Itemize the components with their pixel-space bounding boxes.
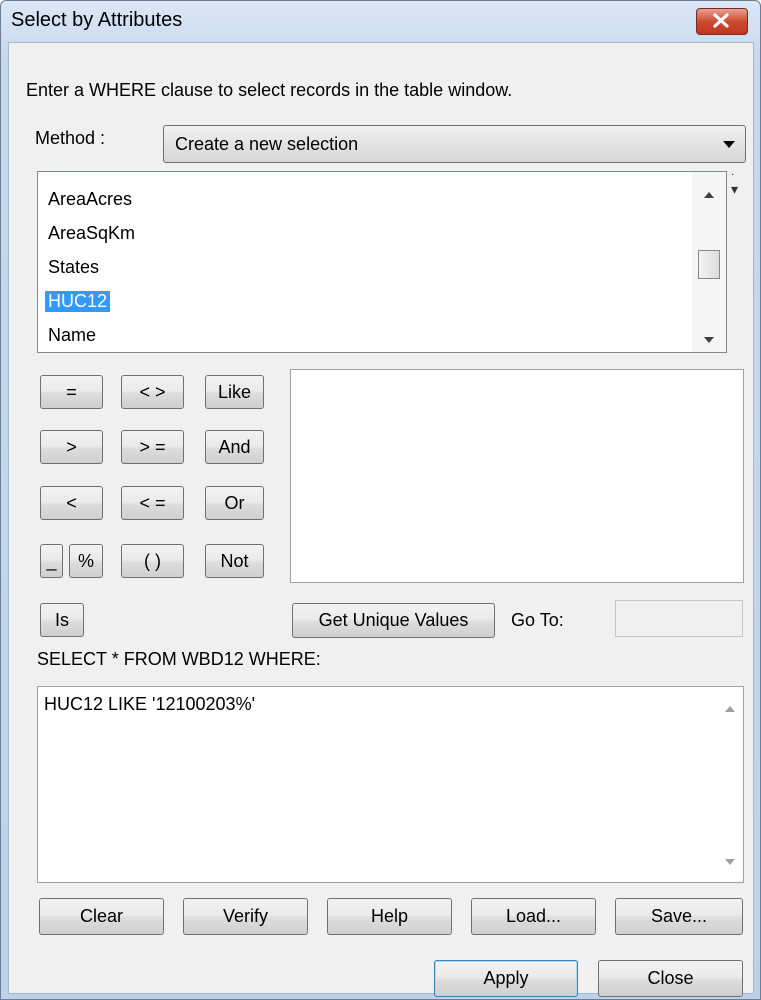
- where-clause-text: HUC12 LIKE '12100203%': [44, 694, 256, 714]
- field-item-areasqkm[interactable]: AreaSqKm: [48, 223, 135, 244]
- field-list[interactable]: AreaAcres AreaSqKm States HUC12 Name: [37, 171, 727, 353]
- query-label: SELECT * FROM WBD12 WHERE:: [37, 649, 321, 669]
- verify-button[interactable]: Verify: [183, 898, 308, 935]
- list-options-icon[interactable]: ˙ ▾: [731, 172, 738, 196]
- window-title: Select by Attributes: [11, 9, 183, 31]
- field-item-name[interactable]: Name: [48, 325, 96, 346]
- operator-less-button[interactable]: <: [40, 486, 103, 520]
- operator-equals-button[interactable]: =: [40, 375, 103, 409]
- operator-is-button[interactable]: Is: [40, 603, 84, 637]
- operator-parens-button[interactable]: ( ): [121, 544, 184, 578]
- chevron-down-icon: [723, 141, 735, 148]
- goto-label: Go To:: [511, 610, 564, 630]
- operator-not-equal-button[interactable]: < >: [121, 375, 184, 409]
- close-icon: [713, 13, 729, 28]
- goto-input[interactable]: [615, 600, 743, 637]
- operator-or-button[interactable]: Or: [205, 486, 264, 520]
- method-value: Create a new selection: [175, 134, 359, 154]
- scrollbar-thumb[interactable]: [698, 250, 720, 279]
- title-bar[interactable]: Select by Attributes: [1, 1, 760, 41]
- scroll-down-icon[interactable]: [704, 337, 714, 343]
- unique-values-list[interactable]: [290, 369, 744, 583]
- operator-less-equal-button[interactable]: < =: [121, 486, 184, 520]
- instruction-text: Enter a WHERE clause to select records i…: [26, 80, 513, 100]
- operator-underscore-button[interactable]: _: [40, 544, 63, 578]
- scroll-up-icon: [725, 706, 735, 712]
- method-dropdown[interactable]: Create a new selection: [163, 125, 746, 163]
- operator-not-button[interactable]: Not: [205, 544, 264, 578]
- scroll-down-icon: [725, 859, 735, 865]
- load-button[interactable]: Load...: [471, 898, 596, 935]
- field-item-areaacres[interactable]: AreaAcres: [48, 189, 132, 210]
- apply-button[interactable]: Apply: [434, 960, 578, 997]
- window-close-button[interactable]: [696, 8, 748, 35]
- clear-button[interactable]: Clear: [39, 898, 164, 935]
- field-list-scrollbar[interactable]: [692, 172, 726, 352]
- operator-like-button[interactable]: Like: [205, 375, 264, 409]
- dialog-body: Enter a WHERE clause to select records i…: [8, 42, 754, 997]
- select-by-attributes-dialog: Select by Attributes Enter a WHERE claus…: [0, 0, 761, 1000]
- operator-greater-equal-button[interactable]: > =: [121, 430, 184, 464]
- scroll-up-icon[interactable]: [704, 192, 714, 198]
- help-button[interactable]: Help: [327, 898, 452, 935]
- operator-percent-button[interactable]: %: [69, 544, 103, 578]
- method-label: Method :: [35, 128, 106, 148]
- close-button[interactable]: Close: [598, 960, 743, 997]
- field-item-states[interactable]: States: [48, 257, 99, 278]
- field-item-huc12[interactable]: HUC12: [45, 291, 111, 312]
- operator-and-button[interactable]: And: [205, 430, 264, 464]
- get-unique-values-button[interactable]: Get Unique Values: [292, 603, 495, 638]
- operator-greater-button[interactable]: >: [40, 430, 103, 464]
- where-clause-textarea[interactable]: HUC12 LIKE '12100203%': [37, 686, 744, 883]
- save-button[interactable]: Save...: [615, 898, 743, 935]
